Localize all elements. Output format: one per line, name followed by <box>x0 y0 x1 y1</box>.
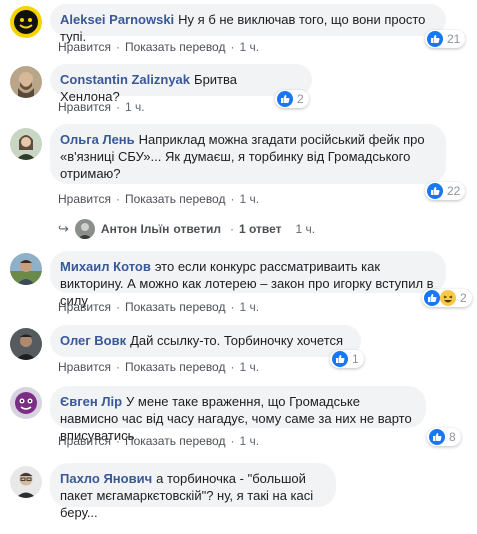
translate-link[interactable]: Показать перевод <box>125 434 226 448</box>
reply-arrow-icon: ↪ <box>58 221 69 236</box>
translate-link[interactable]: Показать перевод <box>125 40 226 54</box>
avatar[interactable] <box>10 253 42 285</box>
avatar[interactable] <box>10 328 42 360</box>
translate-link[interactable]: Показать перевод <box>125 300 226 314</box>
like-link[interactable]: Нравится <box>58 360 111 374</box>
comment-bubble: Aleksei Parnowski Ну я б не виключав того… <box>50 4 446 44</box>
comment-bubble: Пахло Янович а торбиночка - "большой паке… <box>50 463 336 520</box>
comment-author[interactable]: Constantin Zaliznyak <box>60 72 190 87</box>
like-icon <box>332 351 348 367</box>
comment-author[interactable]: Олег Вовк <box>60 333 126 348</box>
comment-actions: Нравится · Показать перевод · 1 ч. <box>58 360 260 374</box>
reaction-count[interactable]: 2 <box>422 289 472 307</box>
comment-actions: Нравится · Показать перевод · 1 ч. <box>58 300 260 314</box>
comment-author[interactable]: Ольга Лень <box>60 132 135 147</box>
replies-link[interactable]: ↪ Антон Ільїн ответил · 1 ответ 1 ч. <box>58 219 315 239</box>
avatar[interactable] <box>10 387 42 419</box>
reaction-count[interactable]: 1 <box>330 350 364 368</box>
like-link[interactable]: Нравится <box>58 40 111 54</box>
like-link[interactable]: Нравится <box>58 100 111 114</box>
like-icon <box>427 31 443 47</box>
comment-actions: Нравится · Показать перевод · 1 ч. <box>58 40 260 54</box>
like-link[interactable]: Нравится <box>58 192 111 206</box>
reply-count: 1 ответ <box>238 222 282 236</box>
timestamp[interactable]: 1 ч. <box>239 192 259 206</box>
reaction-count[interactable]: 21 <box>425 30 466 48</box>
comment-text: Дай ссылку-то. Торбиночку хочется <box>130 333 344 348</box>
translate-link[interactable]: Показать перевод <box>125 360 226 374</box>
like-link[interactable]: Нравится <box>58 300 111 314</box>
reply-avatar <box>74 219 95 239</box>
comment-actions: Нравится · 1 ч. <box>58 100 145 114</box>
translate-link[interactable]: Показать перевод <box>125 192 226 206</box>
reply-verb: ответил <box>173 222 221 236</box>
like-icon <box>277 91 293 107</box>
timestamp[interactable]: 1 ч. <box>125 100 145 114</box>
comment-actions: Нравится · Показать перевод · 1 ч. <box>58 192 260 206</box>
comment-bubble: Євген Лір У мене таке враження, що Громад… <box>50 386 426 443</box>
comment-author[interactable]: Євген Лір <box>60 394 122 409</box>
comment-author[interactable]: Михаил Котов <box>60 259 151 274</box>
comment-bubble: Олег Вовк Дай ссылку-то. Торбиночку хочет… <box>50 325 361 357</box>
avatar[interactable] <box>10 6 42 38</box>
haha-icon <box>440 290 456 306</box>
avatar[interactable] <box>10 128 42 160</box>
reply-time: 1 ч. <box>295 222 316 236</box>
like-icon <box>427 183 443 199</box>
comment-bubble: Михаил Котов это если конкурс рассматрива… <box>50 251 446 308</box>
timestamp[interactable]: 1 ч. <box>239 300 259 314</box>
comment-bubble: Ольга Лень Наприклад можна згадати російс… <box>50 124 446 184</box>
timestamp[interactable]: 1 ч. <box>239 40 259 54</box>
avatar[interactable] <box>10 66 42 98</box>
comment-author[interactable]: Aleksei Parnowski <box>60 12 174 27</box>
reaction-count[interactable]: 2 <box>275 90 309 108</box>
reaction-count[interactable]: 8 <box>427 428 461 446</box>
reaction-count[interactable]: 22 <box>425 182 466 200</box>
like-icon <box>424 290 440 306</box>
avatar[interactable] <box>10 466 42 498</box>
reply-author: Антон Ільїн <box>100 222 170 236</box>
like-icon <box>429 429 445 445</box>
like-link[interactable]: Нравится <box>58 434 111 448</box>
timestamp[interactable]: 1 ч. <box>239 360 259 374</box>
comment-author[interactable]: Пахло Янович <box>60 471 152 486</box>
comment-actions: Нравится · Показать перевод · 1 ч. <box>58 434 260 448</box>
comment-bubble: Constantin Zaliznyak Бритва Хенлона? <box>50 64 312 104</box>
timestamp[interactable]: 1 ч. <box>239 434 259 448</box>
